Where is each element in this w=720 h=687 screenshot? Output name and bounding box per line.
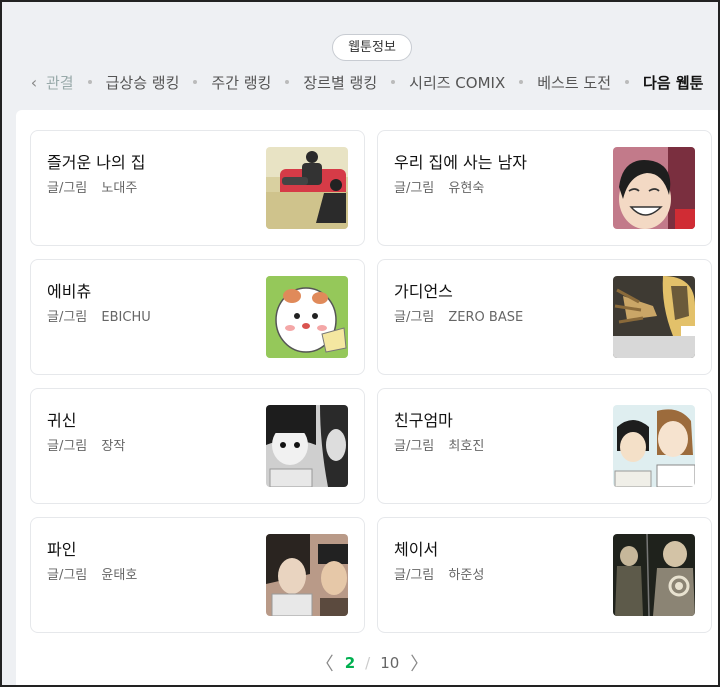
tab-separator <box>625 80 630 84</box>
tab-separator <box>519 80 524 84</box>
webtoon-card[interactable]: 즐거운 나의 집 글/그림 노대주 <box>30 130 365 246</box>
section-badge: 웹툰정보 <box>332 34 412 61</box>
webtoon-title: 귀신 <box>47 411 77 430</box>
webtoon-title: 파인 <box>47 540 77 559</box>
webtoon-author: 글/그림 윤태호 <box>47 564 137 583</box>
author-name: 장작 <box>101 439 126 454</box>
tab-item[interactable]: 관결 <box>46 72 74 93</box>
author-label: 글/그림 <box>47 568 88 583</box>
next-page-icon[interactable]: 〉 <box>405 650 433 676</box>
webtoon-title: 에비츄 <box>47 282 92 301</box>
webtoon-title: 체이서 <box>394 540 439 559</box>
tab-separator <box>193 80 198 84</box>
webtoon-card[interactable]: 에비츄 글/그림 EBICHU <box>30 259 365 375</box>
author-name: EBICHU <box>101 310 151 325</box>
webtoon-list-panel: 즐거운 나의 집 글/그림 노대주 우리 집에 사는 남자 글/그림 유현숙 에… <box>16 110 718 685</box>
thumbnail-mother-and-girl <box>613 405 695 487</box>
webtoon-author: 글/그림 최호진 <box>394 435 484 454</box>
tab-item[interactable]: 베스트 도전 <box>537 72 611 93</box>
author-name: 유현숙 <box>448 181 485 196</box>
author-label: 글/그림 <box>394 310 435 325</box>
webtoon-title: 우리 집에 사는 남자 <box>394 153 528 172</box>
tab-item-active[interactable]: 다음 웹툰 <box>643 72 703 93</box>
webtoon-card[interactable]: 우리 집에 사는 남자 글/그림 유현숙 <box>377 130 712 246</box>
webtoon-card[interactable]: 가디언스 글/그림 ZERO BASE <box>377 259 712 375</box>
author-name: 윤태호 <box>101 568 138 583</box>
webtoon-card[interactable]: 체이서 글/그림 하준성 <box>377 517 712 633</box>
author-name: 최호진 <box>448 439 485 454</box>
webtoon-author: 글/그림 장작 <box>47 435 125 454</box>
webtoon-card[interactable]: 파인 글/그림 윤태호 <box>30 517 365 633</box>
tabs-prev-icon[interactable]: ‹ <box>22 73 46 92</box>
webtoon-card[interactable]: 친구엄마 글/그림 최호진 <box>377 388 712 504</box>
tab-separator <box>87 80 92 84</box>
webtoon-author: 글/그림 하준성 <box>394 564 484 583</box>
webtoon-author: 글/그림 유현숙 <box>394 177 484 196</box>
tab-item[interactable]: 시리즈 COMIX <box>409 72 505 93</box>
thumbnail-hamster <box>266 276 348 358</box>
webtoon-title: 가디언스 <box>394 282 453 301</box>
author-label: 글/그림 <box>394 181 435 196</box>
total-pages: 10 <box>380 654 400 672</box>
author-label: 글/그림 <box>394 439 435 454</box>
window-frame: 웹툰정보 ‹ 관결 급상승 랭킹 주간 랭킹 장르별 랭킹 시리즈 COMIX … <box>0 0 720 687</box>
author-name: 노대주 <box>101 181 138 196</box>
thumbnail-armored-figures <box>613 534 695 616</box>
tab-item[interactable]: 장르별 랭킹 <box>303 72 377 93</box>
webtoon-card[interactable]: 귀신 글/그림 장작 <box>30 388 365 504</box>
webtoon-author: 글/그림 EBICHU <box>47 306 151 325</box>
thumbnail-two-men <box>266 534 348 616</box>
pagination: 〈 2 / 10 〉 <box>302 648 442 678</box>
webtoon-title: 즐거운 나의 집 <box>47 153 146 172</box>
prev-page-icon[interactable]: 〈 <box>311 650 339 676</box>
webtoon-author: 글/그림 노대주 <box>47 177 137 196</box>
thumbnail-laughing-woman <box>613 147 695 229</box>
tab-item[interactable]: 주간 랭킹 <box>211 72 271 93</box>
webtoon-author: 글/그림 ZERO BASE <box>394 306 523 325</box>
author-name: 하준성 <box>448 568 485 583</box>
author-label: 글/그림 <box>47 310 88 325</box>
tab-separator <box>285 80 290 84</box>
author-label: 글/그림 <box>47 181 88 196</box>
current-page: 2 <box>344 654 356 672</box>
category-tabs: ‹ 관결 급상승 랭킹 주간 랭킹 장르별 랭킹 시리즈 COMIX 베스트 도… <box>22 66 718 98</box>
author-name: ZERO BASE <box>448 310 524 325</box>
webtoon-title: 친구엄마 <box>394 411 453 430</box>
thumbnail-sofa-couple <box>266 147 348 229</box>
author-label: 글/그림 <box>394 568 435 583</box>
thumbnail-clawed-hand <box>613 276 695 358</box>
tab-item[interactable]: 급상승 랭킹 <box>106 72 180 93</box>
author-label: 글/그림 <box>47 439 88 454</box>
tab-separator <box>391 80 396 84</box>
thumbnail-two-girls <box>266 405 348 487</box>
page-separator: / <box>365 654 371 672</box>
